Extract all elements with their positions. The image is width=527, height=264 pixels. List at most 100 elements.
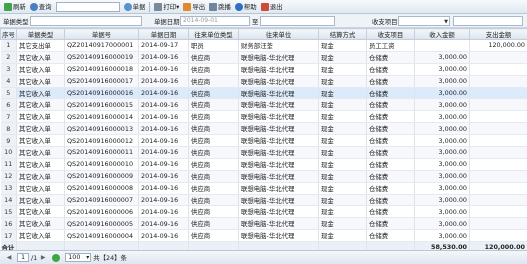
date-to-input[interactable] [260, 16, 335, 26]
column-header[interactable]: 单据号 [64, 28, 139, 40]
table-cell: 3,000.00 [414, 205, 470, 219]
export-button[interactable]: 导出 [181, 1, 207, 13]
table-cell: 仓储费 [366, 122, 415, 136]
table-cell: 15 [0, 205, 17, 219]
jump-button[interactable]: 跳播 [207, 1, 233, 13]
table-cell: 3,000.00 [414, 217, 470, 231]
table-cell: 仓储费 [366, 110, 415, 124]
table-row[interactable]: 2 其它收入单 QS20140916000019 2014-09-16 供应商 联想电脑-… [0, 51, 527, 64]
exit-button[interactable]: 退出 [259, 1, 285, 13]
table-cell: QS20140916000007 [64, 194, 139, 207]
table-cell: 供应商 [188, 110, 239, 124]
last-page-button[interactable]: ▶ [39, 254, 47, 262]
table-cell: 联想电脑-华北代理 [238, 170, 319, 183]
table-row[interactable]: 6 其它收入单 QS20140916000015 2014-09-16 供应商 联想电脑-… [0, 98, 527, 112]
table-row[interactable]: 1 其它支出单 QZ20140917000001 2014-09-17 职员 财务部汪荃现… [0, 39, 527, 52]
table-cell: 3,000.00 [414, 110, 470, 124]
filter-bar: 单据类型 单据日期 2014-09-01 至 收支项目 ▼ [0, 14, 527, 28]
search-button[interactable]: 查询 [28, 1, 54, 13]
refresh-icon[interactable] [52, 253, 61, 262]
table-cell: 17 [0, 229, 17, 243]
table-cell: 其它收入单 [16, 205, 65, 219]
table-row[interactable]: 17 其它收入单 QS20140916000004 2014-09-16 供应商 联想电脑… [0, 229, 527, 243]
print-button[interactable]: 打印 ▾ [152, 1, 181, 13]
column-header[interactable]: 支出金额 [469, 28, 527, 40]
table-cell: 仓储费 [366, 63, 415, 76]
date-from-input[interactable]: 2014-09-01 [180, 16, 250, 26]
table-cell: 其它收入单 [16, 158, 65, 171]
table-cell: 仓储费 [366, 229, 415, 243]
exit-icon [260, 2, 269, 11]
list-icon [209, 2, 218, 11]
page-size-select[interactable]: 100 [65, 253, 92, 262]
table-row[interactable]: 11 其它收入单 QS20140916000010 2014-09-16 供应商 联想电脑… [0, 158, 527, 171]
doc-type-label: 单据类型 [3, 18, 29, 26]
page-input[interactable]: 1 [17, 253, 29, 262]
table-cell: 仓储费 [366, 146, 415, 159]
table-cell [469, 229, 527, 243]
table-cell: 仓储费 [366, 87, 415, 100]
column-header[interactable]: 单据类型 [16, 28, 65, 40]
table-cell: 供应商 [188, 170, 239, 183]
table-cell [469, 87, 527, 100]
column-header[interactable]: 序号 [0, 28, 17, 40]
table-cell: 供应商 [188, 122, 239, 136]
table-cell: QS20140916000019 [64, 51, 139, 64]
doc-button[interactable]: 单据 [122, 1, 148, 13]
table-cell: 3,000.00 [414, 229, 470, 243]
chevron-down-icon[interactable]: ▾ [176, 3, 179, 11]
table-row[interactable]: 9 其它收入单 QS20140916000012 2014-09-16 供应商 联想电脑-… [0, 134, 527, 148]
table-cell: 联想电脑-华北代理 [238, 122, 319, 136]
table-cell: 13 [0, 182, 17, 195]
table-row[interactable]: 16 其它收入单 QS20140916000005 2014-09-16 供应商 联想电脑… [0, 217, 527, 231]
table-row[interactable]: 10 其它收入单 QS20140916000011 2014-09-16 供应商 联想电脑… [0, 146, 527, 159]
toolbar: 刷新 查询 单据 打印 ▾ 导出 跳播 帮助 退出 [0, 0, 527, 14]
column-header[interactable]: 收入金额 [414, 28, 470, 40]
column-header[interactable]: 结算方式 [318, 28, 367, 40]
help-button[interactable]: 帮助 [233, 1, 259, 13]
table-cell: 其它收入单 [16, 51, 65, 64]
table-cell: 现金 [318, 110, 367, 124]
doc-type-select[interactable] [30, 16, 142, 26]
table-cell: 2014-09-16 [138, 98, 189, 112]
refresh-button[interactable]: 刷新 [2, 1, 28, 13]
first-page-button[interactable]: ◀ [5, 254, 13, 262]
table-cell: 现金 [318, 87, 367, 100]
table-cell: 2014-09-16 [138, 170, 189, 183]
column-header[interactable]: 往来单位 [238, 28, 319, 40]
receipt-item-select[interactable]: ▼ [398, 16, 450, 26]
table-row[interactable]: 8 其它收入单 QS20140916000013 2014-09-16 供应商 联想电脑-… [0, 122, 527, 136]
table-cell: 3 [0, 63, 17, 76]
table-cell: 3,000.00 [414, 98, 470, 112]
table-row[interactable]: 14 其它收入单 QS20140916000007 2014-09-16 供应商 联想电脑… [0, 194, 527, 207]
table-cell: QS20140916000014 [64, 110, 139, 124]
table-row[interactable]: 3 其它收入单 QS20140916000018 2014-09-16 供应商 联想电脑-… [0, 63, 527, 76]
table-cell: 10 [0, 146, 17, 159]
table-cell [469, 51, 527, 64]
column-header[interactable]: 单据日期 [138, 28, 189, 40]
table-row[interactable]: 12 其它收入单 QS20140916000009 2014-09-16 供应商 联想电脑… [0, 170, 527, 183]
table-row[interactable]: 7 其它收入单 QS20140916000014 2014-09-16 供应商 联想电脑-… [0, 110, 527, 124]
table-cell [469, 146, 527, 159]
jump-label: 跳播 [218, 3, 231, 11]
table-cell [469, 217, 527, 231]
column-header[interactable]: 往来单位类型 [188, 28, 239, 40]
column-header[interactable]: 收支项目 [366, 28, 415, 40]
table-row[interactable]: 13 其它收入单 QS20140916000008 2014-09-16 供应商 联想电脑… [0, 182, 527, 195]
table-cell: 供应商 [188, 194, 239, 207]
search-input[interactable] [55, 1, 120, 12]
table-row[interactable]: 4 其它收入单 QS20140916000017 2014-09-16 供应商 联想电脑-… [0, 75, 527, 88]
table-row[interactable]: 5 其它收入单 QS20140916000016 2014-09-16 供应商 联想电脑-… [0, 87, 527, 100]
table-cell: QS20140916000008 [64, 182, 139, 195]
printer-icon [154, 2, 163, 11]
table-cell: 2014-09-16 [138, 194, 189, 207]
doc-label: 单据 [132, 3, 146, 11]
table-cell: 其它收入单 [16, 98, 65, 112]
receipt-item-label: 收支项目 [372, 18, 398, 26]
table-cell [469, 205, 527, 219]
table-row[interactable]: 15 其它收入单 QS20140916000006 2014-09-16 供应商 联想电脑… [0, 205, 527, 219]
receipt-item-input[interactable] [453, 16, 523, 26]
table-cell: 供应商 [188, 146, 239, 159]
table-cell: 仓储费 [366, 182, 415, 195]
table-cell: 现金 [318, 75, 367, 88]
